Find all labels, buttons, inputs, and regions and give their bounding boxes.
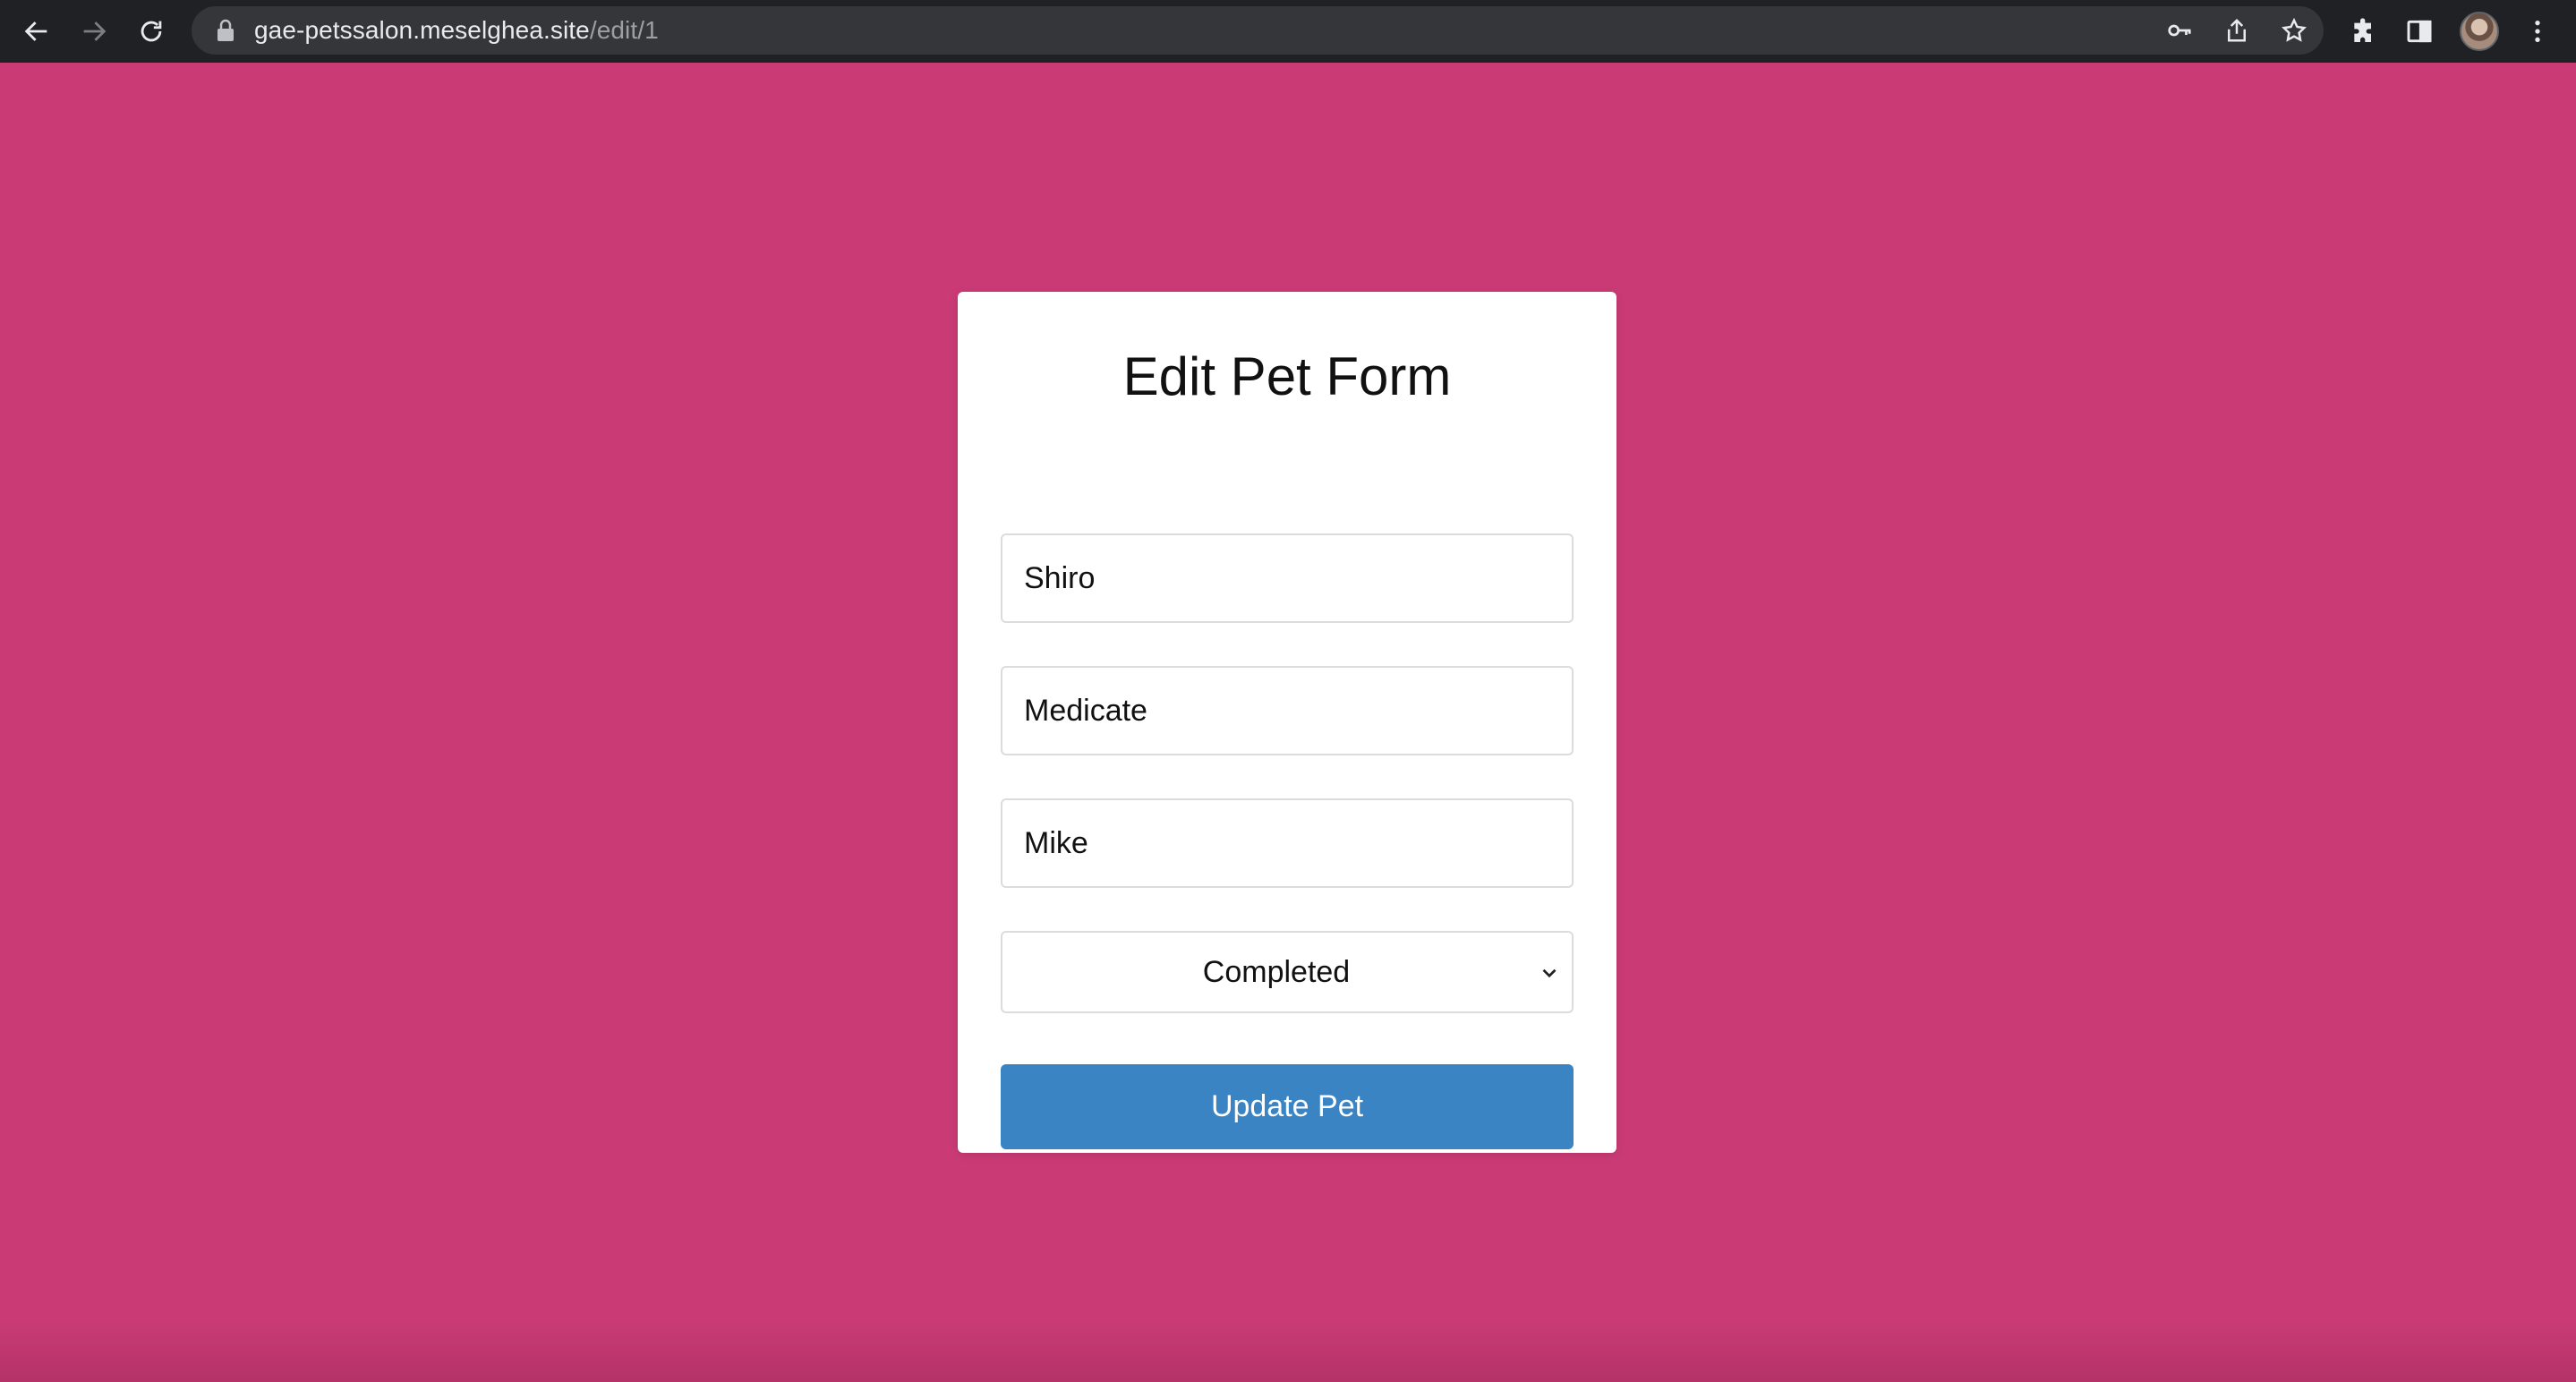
- pet-service-input[interactable]: [1001, 666, 1574, 755]
- arrow-left-icon: [24, 21, 47, 41]
- address-bar[interactable]: gae-petssalon.meselghea.site/edit/1: [192, 6, 2324, 55]
- key-icon: [2168, 24, 2191, 37]
- reload-button[interactable]: [127, 7, 175, 55]
- menu-button[interactable]: [2517, 11, 2558, 52]
- arrow-right-icon: [83, 21, 107, 41]
- url-text: gae-petssalon.meselghea.site/edit/1: [254, 16, 659, 45]
- side-panel-icon: [2407, 20, 2432, 43]
- page-title: Edit Pet Form: [1122, 346, 1452, 406]
- forward-button[interactable]: [70, 7, 118, 55]
- browser-toolbar: gae-petssalon.meselghea.site/edit/1: [0, 0, 2576, 63]
- share-icon: [2228, 18, 2246, 42]
- password-key-button[interactable]: [2161, 12, 2198, 49]
- kebab-menu-icon: [2535, 21, 2540, 42]
- status-select[interactable]: Completed: [1001, 931, 1574, 1013]
- page-viewport: Edit Pet Form Completed Update Pet: [0, 63, 2576, 1382]
- url-host: gae-petssalon.meselghea.site: [254, 16, 590, 44]
- owner-name-input[interactable]: [1001, 798, 1574, 888]
- pet-name-input[interactable]: [1001, 533, 1574, 623]
- puzzle-icon: [2354, 18, 2371, 42]
- side-panel-button[interactable]: [2399, 11, 2440, 52]
- extensions-button[interactable]: [2343, 11, 2384, 52]
- update-pet-button[interactable]: Update Pet: [1001, 1064, 1574, 1149]
- reload-icon: [141, 21, 162, 42]
- bottom-shade: [0, 1319, 2576, 1382]
- edit-pet-card: Edit Pet Form Completed Update Pet: [958, 292, 1616, 1153]
- status-select-value: Completed: [1202, 954, 1351, 989]
- chevron-down-icon: [1542, 968, 1557, 978]
- star-icon: [2282, 17, 2307, 42]
- share-button[interactable]: [2218, 12, 2256, 49]
- url-path: /edit/1: [589, 16, 659, 44]
- lock-icon: [218, 19, 234, 41]
- avatar[interactable]: [2460, 12, 2499, 51]
- back-button[interactable]: [13, 7, 61, 55]
- bookmark-button[interactable]: [2275, 12, 2313, 49]
